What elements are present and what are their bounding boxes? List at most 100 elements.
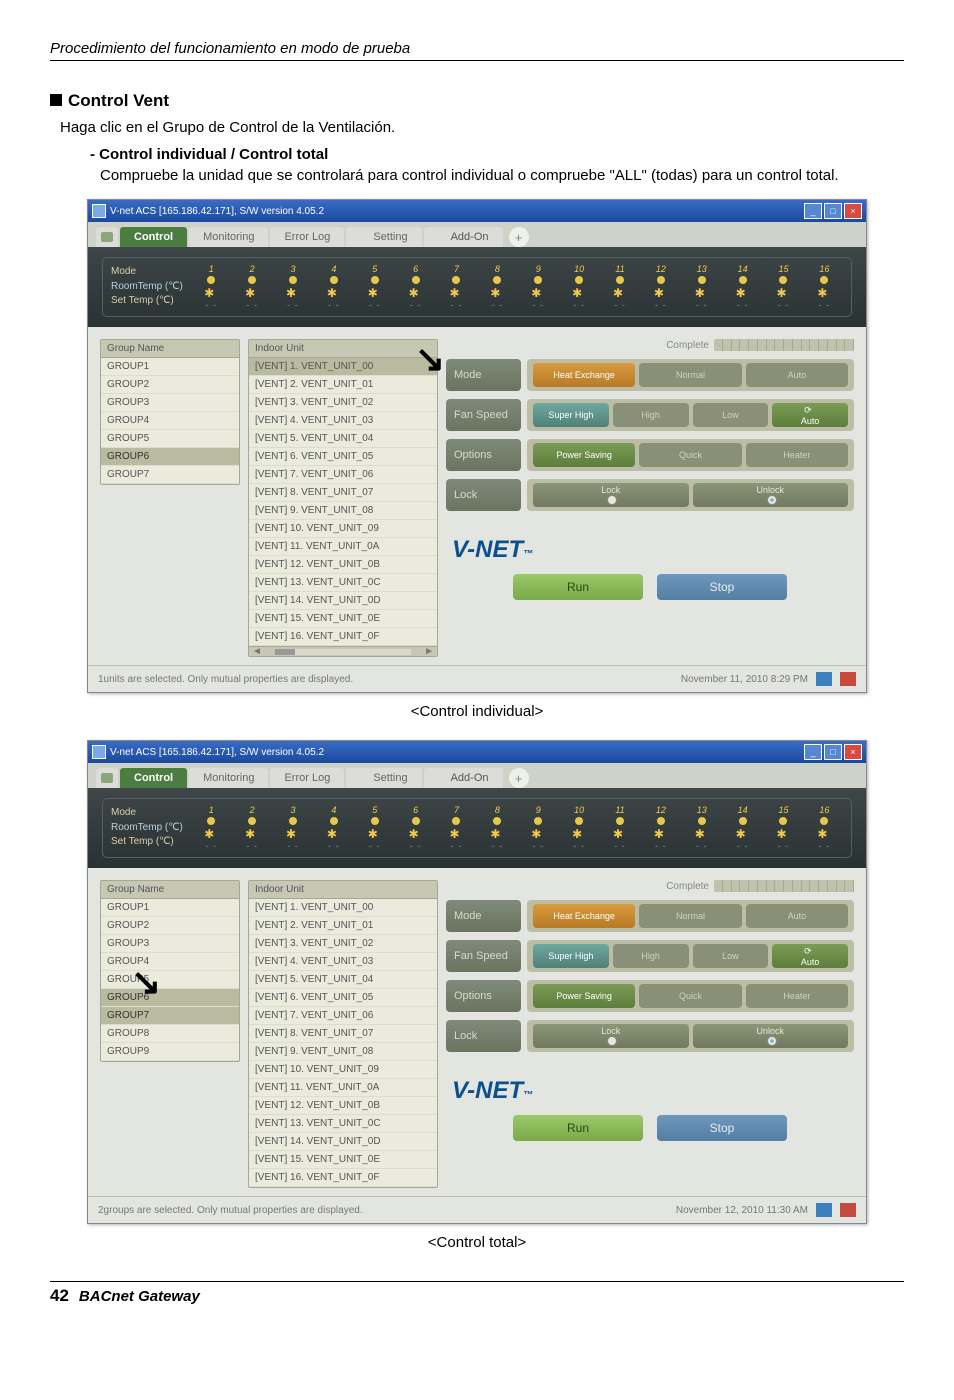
opt-quick-button[interactable]: Quick xyxy=(639,443,741,467)
close-button[interactable]: × xyxy=(844,203,862,219)
mode-heat-exchange-button[interactable]: Heat Exchange xyxy=(533,363,635,387)
opt-power-button[interactable]: Power Saving xyxy=(533,443,635,467)
unlock-button[interactable]: Unlock xyxy=(693,1024,849,1048)
mode-normal-button[interactable]: Normal xyxy=(639,904,741,928)
unit-item[interactable]: [VENT] 13. VENT_UNIT_0C xyxy=(249,1115,437,1133)
opt-heater-button[interactable]: Heater xyxy=(746,984,848,1008)
run-button[interactable]: Run xyxy=(513,1115,643,1141)
tab-control[interactable]: Control xyxy=(120,768,187,788)
unit-item[interactable]: [VENT] 9. VENT_UNIT_08 xyxy=(249,1043,437,1061)
group-item[interactable]: GROUP4 xyxy=(101,953,239,971)
unit-item[interactable]: [VENT] 1. VENT_UNIT_00 xyxy=(249,358,437,376)
unit-item[interactable]: [VENT] 2. VENT_UNIT_01 xyxy=(249,917,437,935)
mode-normal-button[interactable]: Normal xyxy=(639,363,741,387)
group-item[interactable]: GROUP2 xyxy=(101,917,239,935)
unit-item[interactable]: [VENT] 1. VENT_UNIT_00 xyxy=(249,899,437,917)
group-item[interactable]: GROUP3 xyxy=(101,394,239,412)
unit-item[interactable]: [VENT] 6. VENT_UNIT_05 xyxy=(249,989,437,1007)
opt-quick-button[interactable]: Quick xyxy=(639,984,741,1008)
unit-item[interactable]: [VENT] 12. VENT_UNIT_0B xyxy=(249,556,437,574)
mode-auto-button[interactable]: Auto xyxy=(746,904,848,928)
tab-errorlog[interactable]: Error Log xyxy=(270,227,344,247)
group-item[interactable]: GROUP5 xyxy=(101,430,239,448)
unit-item[interactable]: [VENT] 7. VENT_UNIT_06 xyxy=(249,466,437,484)
group-item[interactable]: GROUP9 xyxy=(101,1043,239,1061)
unit-item[interactable]: [VENT] 6. VENT_UNIT_05 xyxy=(249,448,437,466)
unit-item[interactable]: [VENT] 15. VENT_UNIT_0E xyxy=(249,610,437,628)
group-item[interactable]: GROUP8 xyxy=(101,1025,239,1043)
unit-item[interactable]: [VENT] 3. VENT_UNIT_02 xyxy=(249,394,437,412)
unit-item[interactable]: [VENT] 7. VENT_UNIT_06 xyxy=(249,1007,437,1025)
group-item[interactable]: GROUP5 xyxy=(101,971,239,989)
lock-button[interactable]: Lock xyxy=(533,483,689,507)
tab-addon[interactable]: Add-On xyxy=(424,768,503,788)
unit-item[interactable]: [VENT] 4. VENT_UNIT_03 xyxy=(249,953,437,971)
vnet-logo: V-NET™ xyxy=(452,536,854,564)
group-item[interactable]: GROUP3 xyxy=(101,935,239,953)
opt-power-button[interactable]: Power Saving xyxy=(533,984,635,1008)
horizontal-scrollbar[interactable]: ◄ ► xyxy=(249,646,437,656)
home-tab[interactable] xyxy=(96,768,118,788)
tab-setting[interactable]: Setting xyxy=(346,227,421,247)
minimize-button[interactable]: _ xyxy=(804,744,822,760)
mode-heat-exchange-button[interactable]: Heat Exchange xyxy=(533,904,635,928)
group-item[interactable]: GROUP7 xyxy=(101,466,239,484)
lock-button[interactable]: Lock xyxy=(533,1024,689,1048)
home-tab[interactable] xyxy=(96,227,118,247)
unit-item[interactable]: [VENT] 12. VENT_UNIT_0B xyxy=(249,1097,437,1115)
group-item[interactable]: GROUP2 xyxy=(101,376,239,394)
stop-button[interactable]: Stop xyxy=(657,574,787,600)
fan-high-button[interactable]: High xyxy=(613,403,689,427)
fan-super-button[interactable]: Super High xyxy=(533,403,609,427)
add-tab-button[interactable]: + xyxy=(509,768,529,788)
group-item[interactable]: GROUP6 xyxy=(101,448,239,466)
unit-item[interactable]: [VENT] 2. VENT_UNIT_01 xyxy=(249,376,437,394)
group-item[interactable]: GROUP1 xyxy=(101,358,239,376)
tab-monitoring[interactable]: Monitoring xyxy=(189,768,268,788)
maximize-button[interactable]: □ xyxy=(824,744,842,760)
tab-monitoring[interactable]: Monitoring xyxy=(189,227,268,247)
unit-item[interactable]: [VENT] 14. VENT_UNIT_0D xyxy=(249,592,437,610)
stop-button[interactable]: Stop xyxy=(657,1115,787,1141)
group-item[interactable]: GROUP7 xyxy=(101,1007,239,1025)
unit-item[interactable]: [VENT] 5. VENT_UNIT_04 xyxy=(249,971,437,989)
run-button[interactable]: Run xyxy=(513,574,643,600)
fan-low-button[interactable]: Low xyxy=(693,403,769,427)
unit-item[interactable]: [VENT] 15. VENT_UNIT_0E xyxy=(249,1151,437,1169)
minimize-button[interactable]: _ xyxy=(804,203,822,219)
unit-item[interactable]: [VENT] 11. VENT_UNIT_0A xyxy=(249,538,437,556)
tab-errorlog[interactable]: Error Log xyxy=(270,768,344,788)
opt-heater-button[interactable]: Heater xyxy=(746,443,848,467)
group-item[interactable]: GROUP1 xyxy=(101,899,239,917)
unit-item[interactable]: [VENT] 5. VENT_UNIT_04 xyxy=(249,430,437,448)
mode-auto-button[interactable]: Auto xyxy=(746,363,848,387)
group-item[interactable]: GROUP4 xyxy=(101,412,239,430)
unit-item[interactable]: [VENT] 10. VENT_UNIT_09 xyxy=(249,1061,437,1079)
unit-item[interactable]: [VENT] 10. VENT_UNIT_09 xyxy=(249,520,437,538)
tab-control[interactable]: Control xyxy=(120,227,187,247)
unit-item[interactable]: [VENT] 16. VENT_UNIT_0F xyxy=(249,1169,437,1187)
unit-item[interactable]: [VENT] 11. VENT_UNIT_0A xyxy=(249,1079,437,1097)
unit-item[interactable]: [VENT] 8. VENT_UNIT_07 xyxy=(249,1025,437,1043)
statusbar-text: 2groups are selected. Only mutual proper… xyxy=(98,1205,363,1216)
unit-item[interactable]: [VENT] 3. VENT_UNIT_02 xyxy=(249,935,437,953)
unit-item[interactable]: [VENT] 4. VENT_UNIT_03 xyxy=(249,412,437,430)
close-button[interactable]: × xyxy=(844,744,862,760)
group-item[interactable]: GROUP6 xyxy=(101,989,239,1007)
unlock-button[interactable]: Unlock xyxy=(693,483,849,507)
fan-auto-button[interactable]: ⟳Auto xyxy=(772,944,848,968)
unit-item[interactable]: [VENT] 8. VENT_UNIT_07 xyxy=(249,484,437,502)
unit-item[interactable]: [VENT] 9. VENT_UNIT_08 xyxy=(249,502,437,520)
unit-item[interactable]: [VENT] 13. VENT_UNIT_0C xyxy=(249,574,437,592)
fan-auto-button[interactable]: ⟳Auto xyxy=(772,403,848,427)
fan-low-button[interactable]: Low xyxy=(693,944,769,968)
fan-super-button[interactable]: Super High xyxy=(533,944,609,968)
tabbar: Control Monitoring Error Log Setting Add… xyxy=(88,763,866,788)
tab-addon[interactable]: Add-On xyxy=(424,227,503,247)
add-tab-button[interactable]: + xyxy=(509,227,529,247)
unit-item[interactable]: [VENT] 14. VENT_UNIT_0D xyxy=(249,1133,437,1151)
tab-setting[interactable]: Setting xyxy=(346,768,421,788)
maximize-button[interactable]: □ xyxy=(824,203,842,219)
unit-item[interactable]: [VENT] 16. VENT_UNIT_0F xyxy=(249,628,437,646)
fan-high-button[interactable]: High xyxy=(613,944,689,968)
